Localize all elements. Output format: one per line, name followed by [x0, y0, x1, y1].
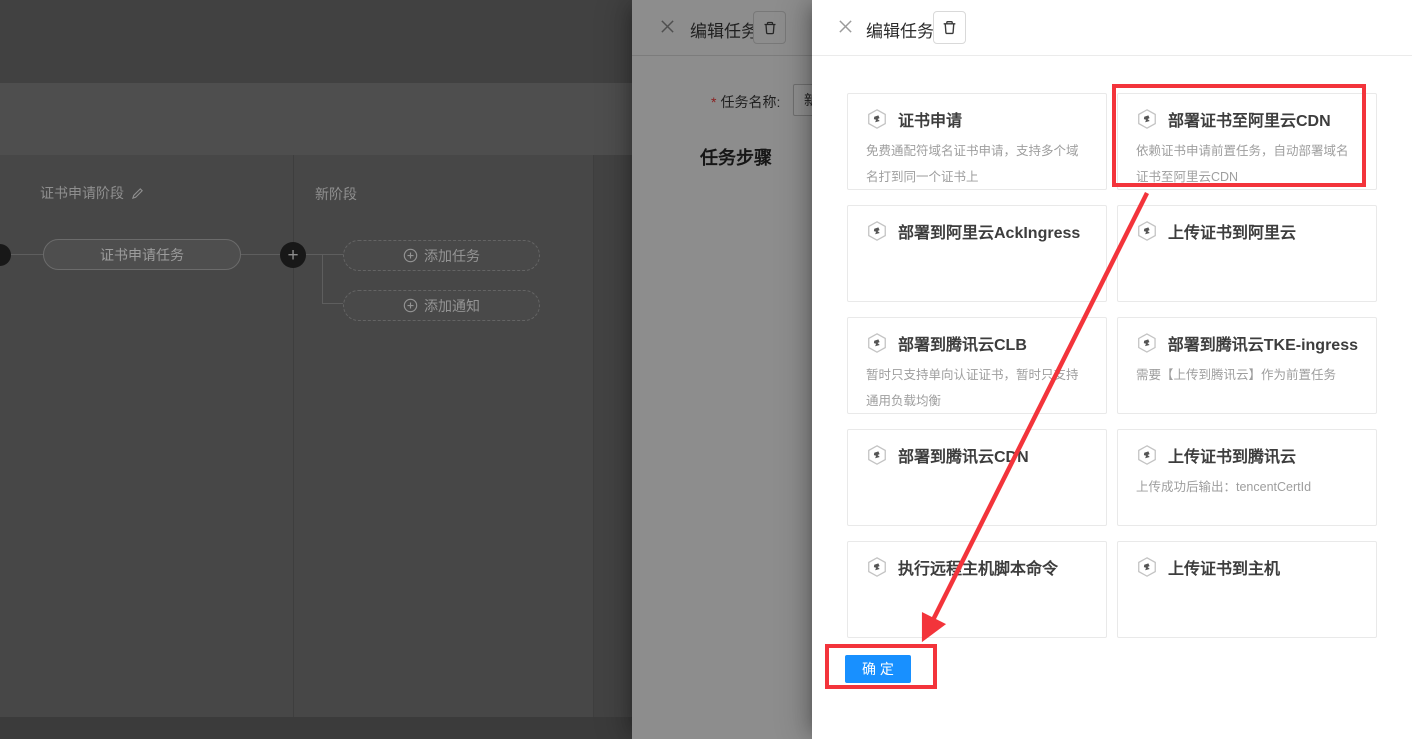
- stage-title-cert-apply: 证书申请阶段: [40, 183, 144, 203]
- task-card-title: 上传证书到腾讯云: [1168, 443, 1296, 467]
- task-card-description: 上传成功后输出：tencentCertId: [1136, 474, 1358, 500]
- task-hexagon-icon: [1136, 108, 1158, 130]
- task-card[interactable]: 上传证书到阿里云: [1117, 205, 1377, 302]
- task-card-header: 部署到腾讯云CDN: [866, 443, 1088, 467]
- stage-column-3: [593, 155, 632, 717]
- task-hexagon-icon: [866, 108, 888, 130]
- task-card-grid: 证书申请 免费通配符域名证书申请，支持多个域名打到同一个证书上 部署证书至阿里云…: [847, 93, 1377, 638]
- task-card[interactable]: 部署到阿里云AckIngress: [847, 205, 1107, 302]
- plus-circle-icon: [403, 248, 418, 263]
- task-node-cert-apply[interactable]: 证书申请任务: [43, 239, 241, 270]
- task-card-title: 部署到腾讯云TKE-ingress: [1168, 331, 1358, 355]
- task-card[interactable]: 执行远程主机脚本命令: [847, 541, 1107, 638]
- connector-line: [322, 303, 343, 304]
- task-card-description: 暂时只支持单向认证证书，暂时只支持通用负载均衡: [866, 362, 1088, 414]
- task-hexagon-icon: [866, 444, 888, 466]
- task-card-title: 证书申请: [898, 107, 962, 131]
- task-card[interactable]: 部署到腾讯云TKE-ingress 需要【上传到腾讯云】作为前置任务: [1117, 317, 1377, 414]
- task-card[interactable]: 部署证书至阿里云CDN 依赖证书申请前置任务，自动部署域名证书至阿里云CDN: [1117, 93, 1377, 190]
- task-card-header: 部署到阿里云AckIngress: [866, 219, 1088, 243]
- task-card-title: 上传证书到主机: [1168, 555, 1280, 579]
- connector-line: [306, 254, 343, 255]
- stage-title-new-stage: 新阶段: [315, 184, 357, 204]
- task-card-header: 部署证书至阿里云CDN: [1136, 107, 1358, 131]
- trash-icon: [762, 20, 778, 36]
- close-icon[interactable]: [660, 19, 675, 34]
- task-name-row: *任务名称:: [711, 92, 780, 112]
- drawer-title: 编辑任务: [690, 17, 758, 42]
- trash-icon: [941, 19, 958, 36]
- task-card-title: 部署证书至阿里云CDN: [1168, 107, 1331, 131]
- add-task-label: 添加任务: [424, 246, 480, 266]
- task-card-title: 执行远程主机脚本命令: [898, 555, 1058, 579]
- task-card-header: 部署到腾讯云CLB: [866, 331, 1088, 355]
- task-card-header: 上传证书到主机: [1136, 555, 1358, 579]
- close-icon[interactable]: [838, 19, 853, 34]
- task-hexagon-icon: [1136, 444, 1158, 466]
- task-card-title: 部署到阿里云AckIngress: [898, 219, 1080, 243]
- task-card-title: 部署到腾讯云CDN: [898, 443, 1029, 467]
- add-notification-button[interactable]: 添加通知: [343, 290, 540, 321]
- task-type-drawer: 编辑任务 证书申请 免费通配符域名证书申请，支持多个域名打到同一个证书上 部署证…: [812, 0, 1412, 739]
- edit-pencil-icon[interactable]: [131, 187, 144, 200]
- stage-title-label: 证书申请阶段: [40, 183, 124, 203]
- connector-line: [241, 254, 280, 255]
- required-asterisk: *: [711, 94, 716, 110]
- confirm-button[interactable]: 确 定: [845, 655, 911, 683]
- add-notification-label: 添加通知: [424, 296, 480, 316]
- plus-circle-icon: [403, 298, 418, 313]
- task-card-title: 部署到腾讯云CLB: [898, 331, 1027, 355]
- task-card-header: 执行远程主机脚本命令: [866, 555, 1088, 579]
- task-card[interactable]: 上传证书到主机: [1117, 541, 1377, 638]
- task-card[interactable]: 部署到腾讯云CDN: [847, 429, 1107, 526]
- task-card-description: 需要【上传到腾讯云】作为前置任务: [1136, 362, 1358, 388]
- stage-title-label: 新阶段: [315, 184, 357, 204]
- task-steps-heading: 任务步骤: [700, 144, 772, 170]
- task-hexagon-icon: [866, 220, 888, 242]
- task-hexagon-icon: [1136, 220, 1158, 242]
- connector-line: [322, 254, 323, 304]
- task-hexagon-icon: [866, 556, 888, 578]
- task-card-header: 证书申请: [866, 107, 1088, 131]
- add-task-button[interactable]: 添加任务: [343, 240, 540, 271]
- task-card[interactable]: 证书申请 免费通配符域名证书申请，支持多个域名打到同一个证书上: [847, 93, 1107, 190]
- task-card[interactable]: 上传证书到腾讯云 上传成功后输出：tencentCertId: [1117, 429, 1377, 526]
- task-card-description: 免费通配符域名证书申请，支持多个域名打到同一个证书上: [866, 138, 1088, 190]
- drawer-header: 编辑任务: [812, 0, 1412, 56]
- delete-task-button[interactable]: [933, 11, 966, 44]
- task-hexagon-icon: [1136, 556, 1158, 578]
- task-card-header: 上传证书到阿里云: [1136, 219, 1358, 243]
- task-card-header: 部署到腾讯云TKE-ingress: [1136, 331, 1358, 355]
- add-stage-button[interactable]: +: [280, 242, 306, 268]
- task-hexagon-icon: [1136, 332, 1158, 354]
- task-hexagon-icon: [866, 332, 888, 354]
- task-card[interactable]: 部署到腾讯云CLB 暂时只支持单向认证证书，暂时只支持通用负载均衡: [847, 317, 1107, 414]
- stage-divider: [293, 155, 294, 717]
- drawer-title: 编辑任务: [866, 17, 934, 42]
- task-card-header: 上传证书到腾讯云: [1136, 443, 1358, 467]
- task-name-label: 任务名称:: [720, 94, 780, 110]
- task-card-title: 上传证书到阿里云: [1168, 219, 1296, 243]
- stage-divider: [593, 155, 594, 717]
- delete-task-button[interactable]: [753, 11, 786, 44]
- task-card-description: 依赖证书申请前置任务，自动部署域名证书至阿里云CDN: [1136, 138, 1358, 190]
